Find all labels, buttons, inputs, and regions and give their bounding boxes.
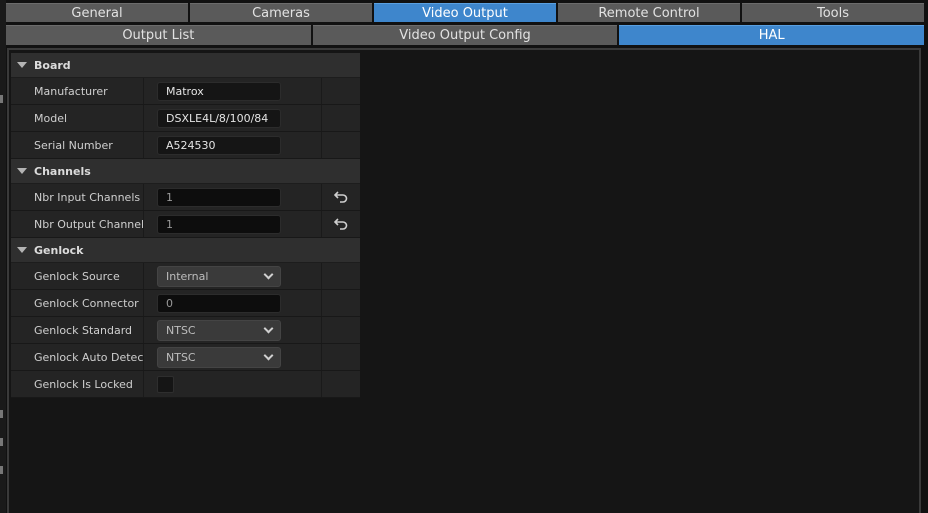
property-label: Nbr Input Channels bbox=[11, 184, 144, 210]
model-field[interactable]: DSXLE4L/8/100/84 bbox=[157, 108, 281, 128]
gutter-tick bbox=[0, 466, 3, 474]
dropdown-value: NTSC bbox=[166, 350, 196, 364]
section-channels-title: Channels bbox=[34, 164, 91, 178]
property-label: Genlock Auto Detect... bbox=[11, 344, 144, 370]
output-channels-field[interactable]: 1 bbox=[157, 214, 281, 234]
left-edge-gutter bbox=[0, 0, 6, 513]
section-genlock-header[interactable]: Genlock bbox=[11, 238, 360, 263]
property-row-genlock-is-locked: Genlock Is Locked bbox=[11, 371, 360, 398]
genlock-auto-detect-dropdown[interactable]: NTSC bbox=[157, 346, 281, 368]
tab-general[interactable]: General bbox=[6, 3, 188, 22]
tab-tools[interactable]: Tools bbox=[742, 3, 924, 22]
property-label: Genlock Source bbox=[11, 263, 144, 289]
tab-hal[interactable]: HAL bbox=[619, 25, 925, 45]
property-row-serial-number: Serial Number A524530 bbox=[11, 132, 360, 159]
property-row-genlock-source: Genlock Source Internal bbox=[11, 263, 360, 290]
property-label: Genlock Is Locked bbox=[11, 371, 144, 397]
genlock-standard-dropdown[interactable]: NTSC bbox=[157, 319, 281, 341]
manufacturer-field[interactable]: Matrox bbox=[157, 81, 281, 101]
property-label: Model bbox=[11, 105, 144, 131]
property-row-genlock-auto-detect: Genlock Auto Detect... NTSC bbox=[11, 344, 360, 371]
property-row-genlock-connector: Genlock Connector I... 0 bbox=[11, 290, 360, 317]
sub-tab-bar: Output List Video Output Config HAL bbox=[6, 25, 925, 45]
property-row-output-channels: Nbr Output Channels 1 bbox=[11, 211, 360, 238]
details-panel: Board Manufacturer Matrox Model DSXLE4L/… bbox=[11, 53, 360, 398]
caret-down-icon bbox=[17, 168, 27, 174]
property-row-manufacturer: Manufacturer Matrox bbox=[11, 78, 360, 105]
gutter-tick bbox=[0, 410, 3, 418]
section-channels-header[interactable]: Channels bbox=[11, 159, 360, 184]
input-channels-field[interactable]: 1 bbox=[157, 187, 281, 207]
caret-down-icon bbox=[17, 247, 27, 253]
serial-number-field[interactable]: A524530 bbox=[157, 135, 281, 155]
main-tab-bar: General Cameras Video Output Remote Cont… bbox=[6, 3, 924, 22]
tab-video-output-config[interactable]: Video Output Config bbox=[312, 25, 618, 45]
tab-video-output[interactable]: Video Output bbox=[374, 3, 556, 22]
reset-arrow-icon[interactable] bbox=[333, 189, 349, 205]
editor-window: General Cameras Video Output Remote Cont… bbox=[0, 0, 928, 513]
genlock-source-dropdown[interactable]: Internal bbox=[157, 265, 281, 287]
property-label: Serial Number bbox=[11, 132, 144, 158]
tab-output-list[interactable]: Output List bbox=[6, 25, 311, 45]
property-row-genlock-standard: Genlock Standard NTSC bbox=[11, 317, 360, 344]
dropdown-value: NTSC bbox=[166, 323, 196, 337]
dropdown-value: Internal bbox=[166, 269, 209, 283]
section-genlock-title: Genlock bbox=[34, 243, 84, 257]
caret-down-icon bbox=[17, 62, 27, 68]
chevron-down-icon bbox=[263, 269, 274, 279]
reset-arrow-icon[interactable] bbox=[333, 216, 349, 232]
section-board-title: Board bbox=[34, 58, 71, 72]
chevron-down-icon bbox=[263, 350, 274, 360]
property-label: Nbr Output Channels bbox=[11, 211, 144, 237]
property-label: Genlock Connector I... bbox=[11, 290, 144, 316]
tab-cameras[interactable]: Cameras bbox=[190, 3, 372, 22]
genlock-is-locked-checkbox[interactable] bbox=[157, 375, 174, 393]
property-label: Genlock Standard bbox=[11, 317, 144, 343]
property-label: Manufacturer bbox=[11, 78, 144, 104]
chevron-down-icon bbox=[263, 323, 274, 333]
section-board-header[interactable]: Board bbox=[11, 53, 360, 78]
genlock-connector-field[interactable]: 0 bbox=[157, 293, 281, 313]
gutter-tick bbox=[0, 95, 3, 103]
gutter-tick bbox=[0, 438, 3, 446]
tab-remote-control[interactable]: Remote Control bbox=[558, 3, 740, 22]
property-row-input-channels: Nbr Input Channels 1 bbox=[11, 184, 360, 211]
hal-content-area: Board Manufacturer Matrox Model DSXLE4L/… bbox=[7, 48, 921, 513]
property-row-model: Model DSXLE4L/8/100/84 bbox=[11, 105, 360, 132]
